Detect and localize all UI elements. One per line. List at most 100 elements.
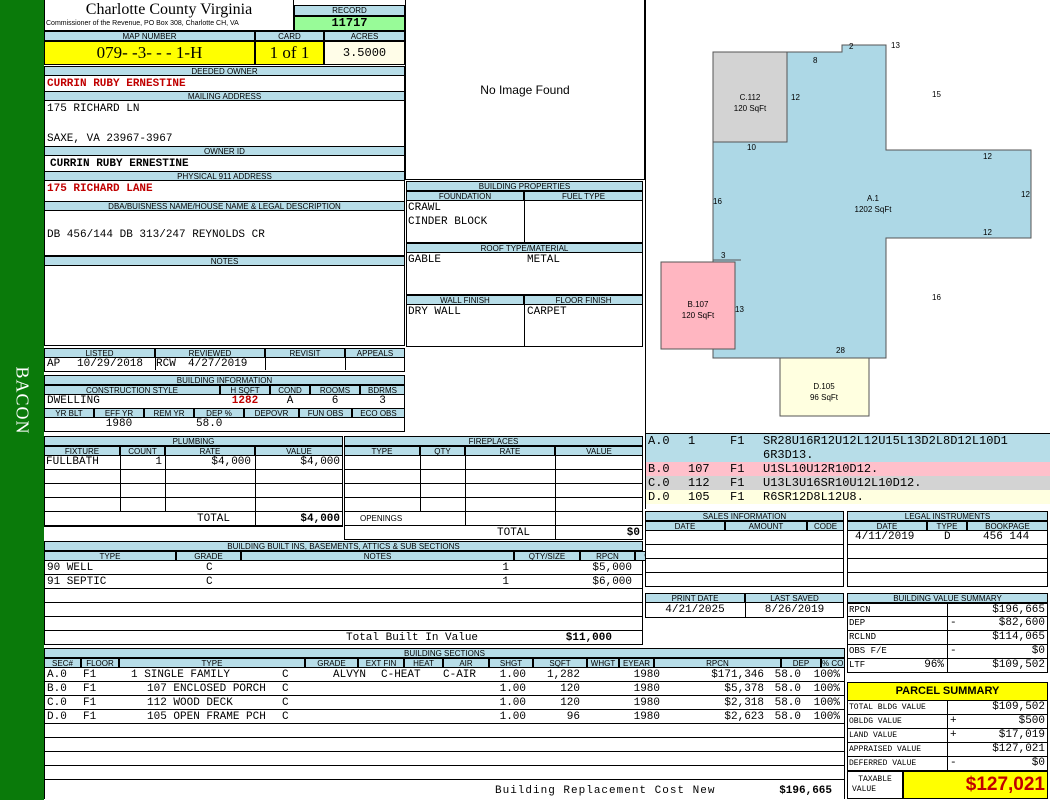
sketch-code-floor: F1 [730, 476, 745, 490]
print-date: 4/21/2025 [665, 604, 725, 616]
sections-cell: $2,623 [724, 711, 764, 723]
rooms-label: ROOMS [310, 385, 360, 395]
fp-rate-label: RATE [465, 446, 555, 456]
bdrms-label: BDRMS [360, 385, 405, 395]
card-value: 1 of 1 [255, 41, 324, 65]
foundation-label: FOUNDATION [406, 191, 524, 201]
reviewed-label: REVIEWED [155, 348, 265, 358]
sections-cell: C [282, 669, 289, 681]
divider [465, 456, 466, 526]
sections-col-header: SHGT [489, 658, 533, 668]
value-summary-row: RPCN $196,665 [847, 603, 1048, 617]
sketch-label: D.105 [813, 382, 835, 391]
divider [947, 729, 948, 742]
hsqft-label: H SQFT [220, 385, 270, 395]
sketch-code-sec: C.0 [648, 476, 670, 490]
building-properties-title: BUILDING PROPERTIES [406, 181, 643, 191]
sections-cell: C.0 [47, 697, 67, 709]
sections-cell: 58.0 [774, 683, 801, 695]
parcel-summary-label: APPRAISED VALUE [849, 745, 922, 754]
sections-cell: 58.0 [774, 669, 801, 681]
divider [947, 701, 948, 714]
value-summary-sign: - [950, 645, 957, 657]
floor-finish: CARPET [527, 306, 567, 318]
cond-value: A [286, 395, 294, 407]
sections-cell: 100% [813, 683, 840, 695]
sketch-area: C.112 120 SqFt A.1 1202 SqFt B.107 120 S… [645, 0, 1050, 433]
divider [947, 757, 948, 770]
foundation-2: CINDER BLOCK [408, 216, 488, 228]
sketch-code-sec: D.0 [648, 490, 670, 504]
builtins-cell: C [206, 576, 213, 588]
legal-book: 456 144 [983, 531, 1030, 543]
sections-cell: 107 ENCLOSED PORCH [147, 683, 266, 695]
sections-cell: 1.00 [499, 683, 526, 695]
property-image: No Image Found [405, 0, 645, 180]
sketch-label: C.112 [740, 93, 761, 102]
sidebar-label: BACON [12, 366, 33, 435]
value-summary-row: LTF 96% $109,502 [847, 659, 1048, 673]
sketch-dimension: 15 [932, 90, 941, 99]
roof-box [406, 253, 643, 295]
sections-cell: 96 [566, 711, 580, 723]
legal-date-label: DATE [847, 521, 927, 531]
foundation-1: CRAWL [408, 202, 442, 214]
legal-type-label: TYPE [927, 521, 967, 531]
builtins-total: $11,000 [565, 632, 612, 644]
fireplaces-title: FIREPLACES [344, 436, 643, 446]
rooms-value: 6 [331, 395, 339, 407]
divider [345, 358, 346, 370]
divider [947, 743, 948, 756]
parcel-summary-row: DEFERRED VALUE - $0 [847, 757, 1048, 771]
parcel-summary-row: LAND VALUE + $17,019 [847, 729, 1048, 743]
value-summary-label: OBS F/E [849, 646, 887, 656]
map-number-label: MAP NUMBER [44, 31, 255, 41]
sections-cell: 58.0 [774, 711, 801, 723]
sections-col-header: SQFT [533, 658, 587, 668]
sections-cell: 1.00 [499, 669, 526, 681]
sidebar: BACON [0, 0, 44, 800]
parcel-summary-rows: TOTAL BLDG VALUE $109,502 OBLDG VALUE + $500… [847, 701, 1048, 771]
sections-cell: 105 OPEN FRAME PCH [147, 711, 266, 723]
value-summary-sign: 96% [924, 659, 944, 671]
map-number: 079- -3- - - 1-H [44, 41, 255, 65]
sketch-dimension: 12 [983, 228, 992, 237]
sections-cell: 100% [813, 669, 840, 681]
sections-header: SEC# FLOOR TYPE GRADE EXT FIN HEAT AIR SHGT SQFT… [44, 658, 845, 668]
sections-cell: C [282, 711, 289, 723]
sections-cell: C [282, 683, 289, 695]
yrblt-label: YR BLT [44, 408, 94, 418]
divider [265, 358, 266, 370]
sketch-code-sec: B.0 [648, 462, 670, 476]
sketch-code-code: 107 [688, 462, 710, 476]
dba-label: DBA/BUISNESS NAME/HOUSE NAME & LEGAL DES… [44, 201, 405, 211]
sketch-code-path: SR28U16R12U12L12U15L13D2L8D12L10D1 [763, 434, 1008, 448]
parcel-summary-sign: + [950, 715, 957, 727]
sections-cell: $5,378 [724, 683, 764, 695]
county-address: Commissioner of the Revenue, PO Box 308,… [46, 20, 239, 27]
building-info-title: BUILDING INFORMATION [44, 375, 405, 385]
sketch-dimension: 10 [747, 143, 756, 152]
sections-col-header: EYEAR [619, 658, 654, 668]
fuel-type-label: FUEL TYPE [524, 191, 643, 201]
value-summary-value: $196,665 [992, 604, 1045, 616]
hsqft-value: 1282 [231, 395, 259, 407]
cond-label: COND [270, 385, 310, 395]
owner-block-border [44, 66, 405, 201]
sections-cell: ALVYN [333, 669, 367, 681]
sections-cell: 58.0 [774, 697, 801, 709]
roof-type: GABLE [408, 254, 442, 266]
sketch-dimension: 8 [813, 56, 818, 65]
builtins-col-header: QTY/SIZE [514, 551, 580, 561]
sections-col-header: % COMP [821, 658, 845, 668]
builtins-col-header: TYPE [44, 551, 176, 561]
builtins-col-header: NOTES [241, 551, 514, 561]
value-summary-sign: - [950, 617, 957, 629]
sections-col-header: AIR [443, 658, 489, 668]
dba-box [44, 211, 405, 256]
fp-openings-label: OPENINGS [360, 514, 403, 523]
plumb-value-label: VALUE [255, 446, 343, 456]
parcel-summary-value: $109,502 [992, 701, 1045, 713]
plumb-rate: $4,000 [211, 456, 251, 468]
value-summary-value: $114,065 [992, 631, 1045, 643]
